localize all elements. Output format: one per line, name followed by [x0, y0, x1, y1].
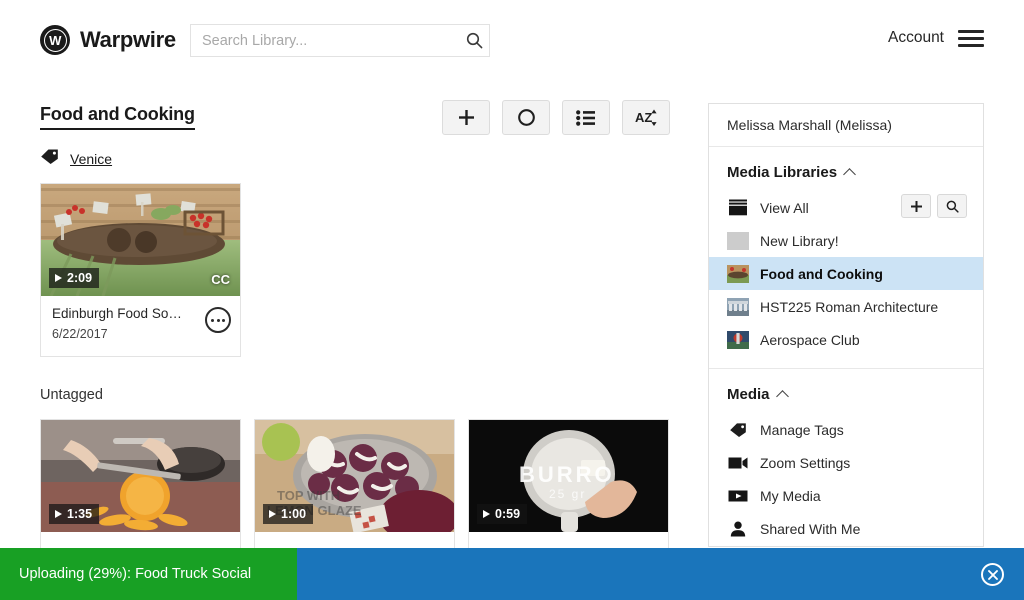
brand-name: Warpwire	[80, 27, 176, 52]
search-libraries-button[interactable]	[937, 194, 967, 218]
chevron-up-icon[interactable]	[775, 389, 789, 403]
sidebar-item-manage-tags[interactable]: Manage Tags	[709, 413, 983, 446]
main-content: Food and Cooking AZ Venice 2:09 CC Edinb…	[0, 80, 700, 573]
close-circle-icon[interactable]	[981, 563, 1004, 586]
sort-az-button[interactable]: AZ	[622, 100, 670, 135]
svg-text:25 gr: 25 gr	[549, 487, 586, 501]
duration-text: 0:59	[495, 507, 521, 521]
page-title: Food and Cooking	[40, 104, 195, 130]
video-camera-icon	[727, 456, 749, 470]
duration-badge: 1:35	[49, 504, 100, 524]
search-input[interactable]	[191, 32, 459, 49]
person-icon	[727, 521, 749, 537]
duration-text: 1:35	[67, 507, 93, 521]
untagged-section-label: Untagged	[40, 387, 103, 403]
sidebar-item-aerospace-club[interactable]: Aerospace Club	[709, 323, 983, 356]
tag-icon	[40, 148, 59, 170]
tag-link-venice[interactable]: Venice	[70, 151, 112, 167]
play-box-icon	[727, 489, 749, 503]
play-icon	[55, 510, 62, 518]
app-header: W Warpwire Account	[0, 0, 1024, 80]
media-thumbnail[interactable]: BURRO 25 gr 0:59	[469, 420, 668, 532]
upload-status-text: Uploading (29%): Food Truck Social	[19, 566, 252, 582]
library-actions	[901, 194, 967, 218]
hamburger-menu-icon[interactable]	[958, 29, 984, 47]
sidebar-item-label: Zoom Settings	[760, 454, 851, 471]
stack-icon	[727, 199, 749, 216]
play-icon	[55, 274, 62, 282]
search-box[interactable]	[190, 24, 490, 57]
sidebar-item-new-library[interactable]: New Library!	[709, 224, 983, 257]
sidebar-item-label: Aerospace Club	[760, 331, 860, 348]
svg-text:AZ: AZ	[635, 110, 652, 125]
svg-text:TOP WITH: TOP WITH	[277, 488, 340, 503]
duration-text: 1:00	[281, 507, 307, 521]
library-thumbnail-aerospace	[727, 330, 749, 349]
record-button[interactable]	[502, 100, 550, 135]
account-menu[interactable]: Account	[888, 29, 984, 47]
sidebar-section-media[interactable]: Media	[709, 369, 983, 413]
sidebar-item-my-media[interactable]: My Media	[709, 479, 983, 512]
sidebar-item-label: HST225 Roman Architecture	[760, 298, 939, 315]
sidebar-item-label: My Media	[760, 487, 821, 504]
search-icon[interactable]	[459, 32, 489, 49]
svg-text:BURRO: BURRO	[519, 462, 615, 487]
media-toolbar: AZ	[442, 100, 670, 135]
chevron-up-icon[interactable]	[843, 167, 856, 181]
warpwire-logo-icon: W	[40, 25, 70, 55]
sidebar-item-view-all[interactable]: View All	[709, 191, 983, 224]
duration-badge: 0:59	[477, 504, 528, 524]
more-options-icon[interactable]	[205, 307, 231, 333]
add-library-button[interactable]	[901, 194, 931, 218]
sidebar-item-label: Food and Cooking	[760, 265, 883, 282]
media-thumbnail[interactable]: 2:09 CC	[41, 184, 240, 296]
duration-badge: 2:09	[49, 268, 100, 288]
media-card-body: Edinburgh Food Soci... 6/22/2017	[41, 296, 240, 356]
list-view-button[interactable]	[562, 100, 610, 135]
media-thumbnail[interactable]: TOP WITH LEMON GLAZE 1:00	[255, 420, 454, 532]
blank-thumb-icon	[727, 231, 749, 250]
closed-caption-badge: CC	[211, 272, 230, 287]
sidebar-section-media-libraries[interactable]: Media Libraries	[709, 147, 983, 191]
media-title: Edinburgh Food Soci...	[52, 306, 187, 321]
upload-status-bar: Uploading (29%): Food Truck Social	[0, 548, 1024, 600]
media-date: 6/22/2017	[52, 327, 108, 341]
sidebar-item-shared-with-me[interactable]: Shared With Me	[709, 512, 983, 545]
sidebar-section-title: Media Libraries	[727, 164, 838, 181]
sidebar-item-label: Manage Tags	[760, 421, 844, 438]
media-card[interactable]: 2:09 CC Edinburgh Food Soci... 6/22/2017	[40, 183, 241, 357]
media-thumbnail[interactable]: 1:35	[41, 420, 240, 532]
sidebar: Melissa Marshall (Melissa) Media Librari…	[708, 103, 984, 547]
sidebar-item-label: Shared With Me	[760, 520, 861, 537]
brand-logo[interactable]: W Warpwire	[40, 25, 176, 55]
sidebar-item-zoom-settings[interactable]: Zoom Settings	[709, 446, 983, 479]
sidebar-item-label: View All	[760, 199, 809, 216]
play-icon	[269, 510, 276, 518]
sidebar-section-title: Media	[727, 386, 770, 403]
sidebar-user-name: Melissa Marshall (Melissa)	[709, 104, 983, 147]
account-label[interactable]: Account	[888, 29, 944, 47]
library-thumbnail-market-produce	[727, 264, 749, 283]
sidebar-item-hst225-roman-architecture[interactable]: HST225 Roman Architecture	[709, 290, 983, 323]
sidebar-item-label: New Library!	[760, 232, 839, 249]
library-thumbnail-roman-building	[727, 297, 749, 316]
duration-badge: 1:00	[263, 504, 314, 524]
tag-group-header: Venice	[40, 148, 112, 170]
play-icon	[483, 510, 490, 518]
tag-icon	[727, 422, 749, 438]
sidebar-item-food-and-cooking[interactable]: Food and Cooking	[709, 257, 983, 290]
duration-text: 2:09	[67, 271, 93, 285]
warpwire-app: W Warpwire Account Food and Cooking	[0, 0, 1024, 600]
brand-initial: W	[49, 32, 61, 48]
add-media-button[interactable]	[442, 100, 490, 135]
